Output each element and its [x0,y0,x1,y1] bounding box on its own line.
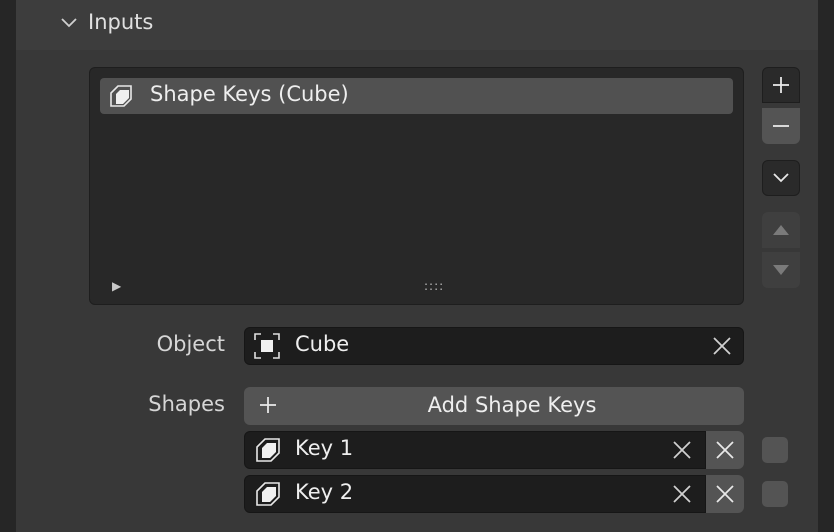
object-value: Cube [295,332,350,356]
shape-key-icon [256,438,280,462]
shape-key-value: Key 2 [295,480,354,504]
clear-icon[interactable] [671,439,693,461]
triangle-up-icon [773,225,789,235]
add-item-button[interactable] [762,67,800,103]
list-menu-button[interactable] [762,160,800,196]
key-checkbox[interactable] [762,481,788,507]
panel-title[interactable]: Inputs [88,10,153,34]
triangle-down-icon [773,265,789,275]
plus-icon [773,77,789,93]
move-up-button[interactable] [762,212,800,248]
add-shape-keys-label: Add Shape Keys [427,393,597,417]
shape-key-value: Key 1 [295,436,354,460]
shape-key-icon [256,482,280,506]
chevron-down-icon[interactable] [60,16,78,30]
minus-icon [773,125,789,127]
close-icon [716,485,734,503]
remove-key-button[interactable] [706,475,744,513]
editor-background-right [818,0,834,532]
remove-item-button[interactable] [762,108,800,144]
key-checkbox[interactable] [762,437,788,463]
close-icon [716,441,734,459]
resize-grip[interactable]: :::: [424,280,444,292]
move-down-button[interactable] [762,252,800,288]
clear-icon[interactable] [711,335,733,357]
list-item-label: Shape Keys (Cube) [150,82,349,106]
clear-icon[interactable] [671,483,693,505]
expand-arrow-icon[interactable]: ▶ [112,279,121,293]
chevron-down-icon [773,173,789,183]
remove-key-button[interactable] [706,431,744,469]
shapes-label: Shapes [148,392,225,416]
object-icon [254,333,280,359]
object-label: Object [156,332,225,356]
editor-background-left [0,0,16,532]
shape-key-icon [110,85,132,107]
